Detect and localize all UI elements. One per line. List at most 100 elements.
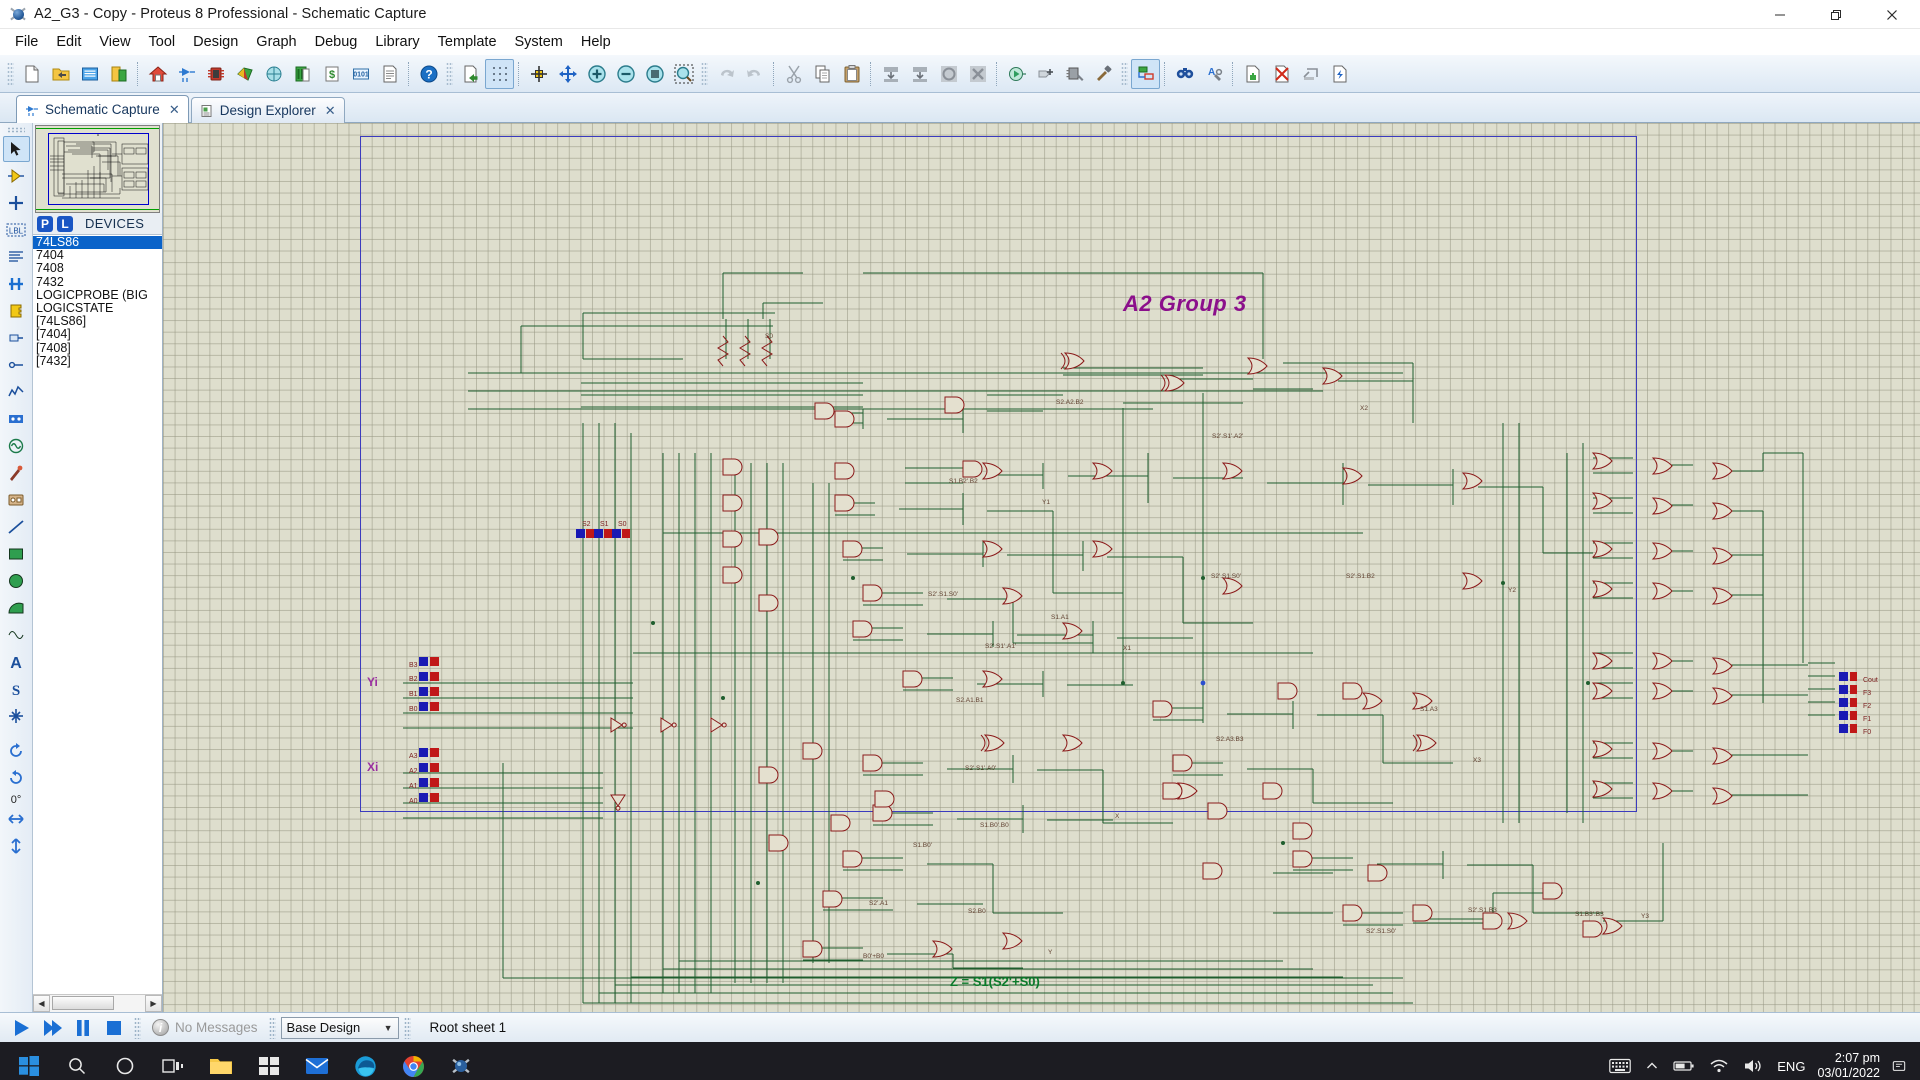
help-icon[interactable]: ? [414,59,443,89]
copy-icon[interactable] [808,59,837,89]
source-code-icon[interactable]: $ [317,59,346,89]
device-item[interactable]: LOGICPROBE (BIG [33,289,162,302]
2d-markers-tool[interactable] [3,703,30,729]
device-item[interactable]: [7404] [33,328,162,341]
junction-dot-tool[interactable] [3,190,30,216]
2d-circle-tool[interactable] [3,568,30,594]
scroll-left-icon[interactable]: ◀ [33,995,50,1012]
schematic-canvas[interactable]: A2 Group 3 Z = S1(S2'+S0) Yi Xi S0 S2.A2.… [163,123,1920,1012]
microsoft-store-button[interactable] [246,1046,292,1080]
menu-view[interactable]: View [90,31,139,53]
import-export-icon[interactable] [104,59,133,89]
device-item[interactable]: [7408] [33,342,162,355]
maximize-button[interactable] [1808,0,1864,29]
search-tag-icon[interactable] [1170,59,1199,89]
scroll-right-icon[interactable]: ▶ [145,995,162,1012]
menu-tool[interactable]: Tool [140,31,185,53]
print-icon[interactable] [456,59,485,89]
menu-help[interactable]: Help [572,31,620,53]
zoom-in-icon[interactable] [582,59,611,89]
zoom-area-icon[interactable] [669,59,698,89]
origin-icon[interactable] [524,59,553,89]
device-item[interactable]: LOGICSTATE [33,302,162,315]
statusbar-grip[interactable] [403,1016,411,1039]
menu-design[interactable]: Design [184,31,247,53]
scroll-track[interactable] [50,995,145,1012]
statusbar-grip[interactable] [134,1016,141,1039]
zoom-out-icon[interactable] [611,59,640,89]
save-design-icon[interactable] [75,59,104,89]
2d-text-tool[interactable]: A [3,649,30,675]
2d-path-tool[interactable] [3,622,30,648]
toolbar-grip[interactable] [446,61,453,86]
2d-arc-tool[interactable] [3,595,30,621]
tab-schematic-capture[interactable]: Schematic Capture ✕ [16,95,189,123]
subcircuit-tool[interactable] [3,298,30,324]
property-assignment-icon[interactable]: A [1199,59,1228,89]
cortana-button[interactable] [102,1046,148,1080]
close-button[interactable] [1864,0,1920,29]
2d-box-tool[interactable] [3,541,30,567]
new-sheet-icon[interactable] [17,59,46,89]
menu-system[interactable]: System [506,31,572,53]
packaging-tool-icon[interactable] [1060,59,1089,89]
rotate-anticlockwise-tool[interactable] [3,765,30,791]
scroll-thumb[interactable] [52,996,114,1010]
tab-close-icon[interactable]: ✕ [166,102,180,118]
pan-icon[interactable] [553,59,582,89]
tab-close-icon[interactable]: ✕ [322,103,336,119]
block-copy-icon[interactable] [876,59,905,89]
language-indicator[interactable]: ENG [1771,1059,1811,1074]
zoom-all-icon[interactable] [640,59,669,89]
menu-edit[interactable]: Edit [47,31,90,53]
generator-mode-tool[interactable] [3,433,30,459]
schematic-capture-icon[interactable] [172,59,201,89]
buses-tool[interactable] [3,271,30,297]
pick-device-button[interactable]: P [37,215,53,232]
toolbar-grip[interactable] [701,61,708,86]
message-area[interactable]: i No Messages [146,1019,264,1036]
battery-icon[interactable] [1667,1046,1701,1080]
menu-template[interactable]: Template [429,31,506,53]
device-item[interactable]: 7432 [33,276,162,289]
2d-line-tool[interactable] [3,514,30,540]
selection-mode-tool[interactable] [2,136,30,162]
block-rotate-icon[interactable] [934,59,963,89]
toolbar-grip[interactable] [1121,61,1128,86]
task-view-button[interactable] [150,1046,196,1080]
virtual-instruments-tool[interactable] [3,487,30,513]
graph-mode-tool[interactable] [3,379,30,405]
statusbar-grip[interactable] [268,1016,276,1039]
wifi-icon[interactable] [1703,1046,1735,1080]
block-move-icon[interactable] [905,59,934,89]
exit-sheet-icon[interactable] [1296,59,1325,89]
block-delete-icon[interactable] [963,59,992,89]
pcb-layout-icon[interactable] [201,59,230,89]
pick-device-icon[interactable] [1002,59,1031,89]
wire-label-tool[interactable]: LBL [3,217,30,243]
tab-design-explorer[interactable]: Design Explorer ✕ [190,97,345,123]
search-button[interactable] [54,1046,100,1080]
start-button[interactable] [6,1046,52,1080]
clock[interactable]: 2:07 pm 03/01/2022 [1813,1051,1890,1080]
step-simulation-button[interactable] [36,1015,67,1041]
devices-list[interactable]: 74LS86 7404 7408 7432 LOGICPROBE (BIG LO… [33,235,162,994]
mirror-horizontal-tool[interactable] [3,806,30,832]
project-docs-icon[interactable] [375,59,404,89]
toolbar-grip[interactable] [7,61,14,86]
rotation-value[interactable]: 0° [11,794,22,806]
design-explorer-open-icon[interactable] [1325,59,1354,89]
3d-visualizer-icon[interactable] [230,59,259,89]
minimize-button[interactable] [1752,0,1808,29]
device-item[interactable]: 7404 [33,249,162,262]
terminals-mode-tool[interactable] [3,325,30,351]
devices-horizontal-scrollbar[interactable]: ◀ ▶ [33,994,162,1012]
keyboard-icon[interactable] [1603,1046,1637,1080]
menu-debug[interactable]: Debug [306,31,367,53]
design-selector-dropdown[interactable]: Base Design ▼ [280,1016,399,1039]
open-design-icon[interactable] [46,59,75,89]
home-icon[interactable] [143,59,172,89]
device-pins-tool[interactable] [3,352,30,378]
toggle-wire-autorouter-icon[interactable] [1131,58,1160,89]
remove-sheet-icon[interactable] [1267,59,1296,89]
